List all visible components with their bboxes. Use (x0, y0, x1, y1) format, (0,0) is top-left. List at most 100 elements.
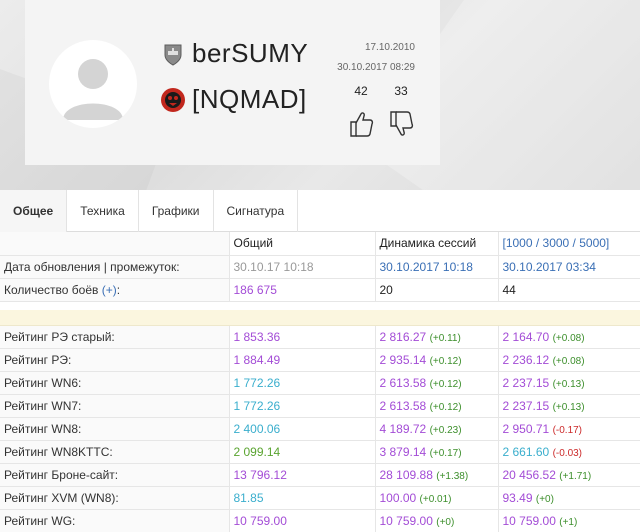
dislikes-count: 33 (394, 84, 408, 98)
section-divider (0, 310, 640, 326)
battles-label-colon: : (116, 282, 121, 297)
rating-total-value: 1 853.36 (233, 329, 281, 344)
account-dates: 17.10.2010 30.10.2017 08:29 (320, 38, 415, 78)
rating-total-value: 81.85 (233, 490, 264, 505)
clan-emblem-icon (160, 87, 186, 113)
thumbs-down-icon[interactable] (386, 108, 416, 140)
rating-total-value: 1 772.26 (233, 375, 281, 390)
rating-label: Рейтинг WN6: (0, 371, 229, 395)
rating-ranges-value: 2 950.71 (502, 421, 550, 436)
rating-ranges-cell: 20 456.52 (+1.71) (497, 463, 640, 487)
rating-row: Рейтинг XVM (WN8): 81.85 100.00 (+0.01) 93.… (0, 486, 640, 510)
rating-total-cell: 1 853.36 (228, 325, 375, 349)
rating-row: Рейтинг WN8KTTC: 2 099.14 3 879.14 (+0.17)… (0, 440, 640, 464)
rating-dynamics-cell: 2 613.58 (+0.12) (374, 394, 498, 418)
rating-total-value: 13 796.12 (233, 467, 287, 482)
rating-dynamics-value: 2 935.14 (379, 352, 427, 367)
rating-ranges-cell: 10 759.00 (+1) (497, 509, 640, 532)
rating-dynamics-value: 2 613.58 (379, 375, 427, 390)
rating-dynamics-value: 3 879.14 (379, 444, 427, 459)
rating-dynamics-delta: (+0) (436, 516, 455, 528)
rating-dynamics-value: 100.00 (379, 490, 417, 505)
update-ranges: 30.10.2017 03:34 (497, 255, 640, 279)
rating-dynamics-cell: 2 935.14 (+0.12) (374, 348, 498, 372)
avatar[interactable] (49, 40, 137, 128)
rating-label: Рейтинг WN8: (0, 417, 229, 441)
rating-ranges-value: 2 164.70 (502, 329, 550, 344)
header-ranges-link[interactable]: [1000 / 3000 / 5000] (497, 232, 640, 256)
table-spacer (0, 301, 640, 310)
player-name[interactable]: berSUMY (192, 38, 308, 69)
rating-dynamics-delta: (+0.12) (429, 401, 462, 413)
table-row: Количество боёв (+): 186 675 20 44 (0, 278, 640, 302)
clan-row: [NQMAD] (160, 84, 307, 115)
rating-ranges-cell: 93.49 (+0) (497, 486, 640, 510)
rating-total-value: 2 099.14 (233, 444, 281, 459)
rating-dynamics-delta: (+0.12) (429, 355, 462, 367)
rating-ranges-value: 20 456.52 (502, 467, 556, 482)
rating-ranges-cell: 2 237.15 (+0.13) (497, 394, 640, 418)
rating-row: Рейтинг WN8: 2 400.06 4 189.72 (+0.23) 2 95… (0, 417, 640, 441)
rating-label: Рейтинг WN7: (0, 394, 229, 418)
likes-count: 42 (354, 84, 368, 98)
rating-dynamics-cell: 10 759.00 (+0) (374, 509, 498, 532)
update-dynamics: 30.10.2017 10:18 (374, 255, 498, 279)
tab-vehicles[interactable]: Техника (67, 190, 139, 232)
rating-label: Рейтинг РЭ старый: (0, 325, 229, 349)
row-label: Дата обновления | промежуток: (0, 255, 229, 279)
tab-signature[interactable]: Сигнатура (214, 190, 299, 232)
rating-label: Рейтинг XVM (WN8): (0, 486, 229, 510)
tab-general[interactable]: Общее (0, 190, 68, 232)
rating-ranges-cell: 2 661.60 (-0.03) (497, 440, 640, 464)
rating-dynamics-value: 10 759.00 (379, 513, 433, 528)
rating-ranges-value: 93.49 (502, 490, 533, 505)
rating-ranges-delta: (+0.08) (552, 332, 585, 344)
rating-ranges-delta: (+1.71) (559, 470, 592, 482)
rating-dynamics-value: 4 189.72 (379, 421, 427, 436)
rating-total-value: 10 759.00 (233, 513, 287, 528)
rating-total-cell: 10 759.00 (228, 509, 375, 532)
profile-tabs: Общее Техника Графики Сигнатура (0, 190, 640, 232)
rating-ranges-value: 2 237.15 (502, 398, 550, 413)
update-total: 30.10.17 10:18 (228, 255, 375, 279)
rating-total-cell: 2 099.14 (228, 440, 375, 464)
battles-label: Количество боёв (4, 282, 99, 297)
rating-ranges-delta: (+0) (535, 493, 554, 505)
row-label: Количество боёв (+): (0, 278, 229, 302)
header-total: Общий (228, 232, 375, 256)
rating-ranges-value: 10 759.00 (502, 513, 556, 528)
rating-label: Рейтинг Броне-сайт: (0, 463, 229, 487)
rating-row: Рейтинг WN7: 1 772.26 2 613.58 (+0.12) 2 23… (0, 394, 640, 418)
rating-ranges-cell: 2 236.12 (+0.08) (497, 348, 640, 372)
rating-dynamics-cell: 2 816.27 (+0.11) (374, 325, 498, 349)
tank-game-icon (160, 41, 186, 67)
rating-row: Рейтинг WG: 10 759.00 10 759.00 (+0) 10 759… (0, 509, 640, 532)
rating-total-cell: 81.85 (228, 486, 375, 510)
rating-dynamics-cell: 4 189.72 (+0.23) (374, 417, 498, 441)
rating-total-value: 1 884.49 (233, 352, 281, 367)
rating-row: Рейтинг Броне-сайт: 13 796.12 28 109.88 (+… (0, 463, 640, 487)
rating-ranges-delta: (+0.08) (552, 355, 585, 367)
rating-dynamics-cell: 100.00 (+0.01) (374, 486, 498, 510)
rating-dynamics-cell: 3 879.14 (+0.17) (374, 440, 498, 464)
rating-row: Рейтинг WN6: 1 772.26 2 613.58 (+0.12) 2 23… (0, 371, 640, 395)
rating-total-cell: 1 772.26 (228, 394, 375, 418)
battles-dynamics: 20 (374, 278, 498, 302)
rating-total-value: 1 772.26 (233, 398, 281, 413)
rating-dynamics-delta: (+1.38) (436, 470, 469, 482)
rating-dynamics-value: 2 613.58 (379, 398, 427, 413)
rating-dynamics-delta: (+0.11) (429, 332, 461, 344)
rating-ranges-value: 2 237.15 (502, 375, 550, 390)
clan-tag[interactable]: [NQMAD] (192, 84, 307, 115)
thumbs-up-icon[interactable] (346, 108, 376, 140)
header-empty-cell (0, 232, 229, 256)
battles-expand-link[interactable]: (+) (102, 283, 117, 297)
rating-row: Рейтинг РЭ: 1 884.49 2 935.14 (+0.12) 2 236… (0, 348, 640, 372)
rating-ranges-cell: 2 237.15 (+0.13) (497, 371, 640, 395)
stats-table: Общий Динамика сессий [1000 / 3000 / 500… (0, 232, 640, 532)
rating-ranges-value: 2 236.12 (502, 352, 550, 367)
rating-dynamics-value: 28 109.88 (379, 467, 433, 482)
tab-charts[interactable]: Графики (139, 190, 214, 232)
player-name-row: berSUMY (160, 38, 308, 69)
rating-dynamics-delta: (+0.23) (429, 424, 462, 436)
